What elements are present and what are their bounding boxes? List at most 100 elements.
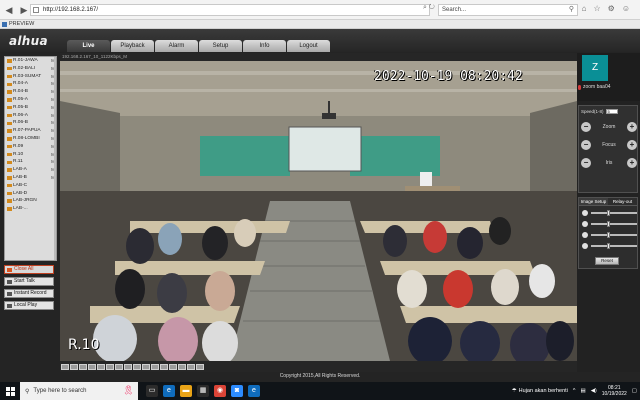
channel-item[interactable]: R.02-BALI M (5, 65, 56, 73)
tray-chevron-icon[interactable]: ^ (573, 388, 576, 394)
tab-logout[interactable]: Logout (287, 40, 330, 52)
channel-item[interactable]: R.11 M (5, 158, 56, 166)
edge-icon[interactable]: e (163, 385, 175, 397)
start-talk-button[interactable]: Start Talk (4, 277, 54, 286)
channel-item[interactable]: R.09 M (5, 143, 56, 151)
back-icon[interactable]: ◀ (3, 4, 15, 16)
channel-item[interactable]: R.06-B M (5, 119, 56, 127)
muted-microphone-icon (578, 84, 581, 90)
focus-plus-button[interactable]: + (627, 140, 637, 150)
zoom-app-icon[interactable]: ◙ (231, 385, 243, 397)
camera-feed[interactable]: 2022-10-19 08:20:42 R.10 (60, 61, 577, 361)
tab-alarm[interactable]: Alarm (155, 40, 198, 52)
weather-widget[interactable]: ☂ Hujan akan berhenti (512, 388, 568, 394)
tab-relay-out[interactable]: Relay-out (608, 198, 637, 205)
windows-icon (5, 386, 15, 396)
volume-icon[interactable]: ◀) (591, 388, 597, 394)
channel-item[interactable]: R.03-SUMAT M (5, 73, 56, 81)
tab-info[interactable]: Info (243, 40, 286, 52)
channel-item[interactable]: R.05-A M (5, 96, 56, 104)
zoom-in-button[interactable]: + (627, 122, 637, 132)
saturation-slider[interactable] (582, 243, 637, 249)
channel-item[interactable]: LAB-... (5, 205, 56, 213)
browser-search-placeholder: Search... (442, 7, 467, 13)
settings-icon[interactable]: ⚙ (608, 4, 615, 13)
tab-playback[interactable]: Playback (111, 40, 154, 52)
channel-item[interactable]: R.01-JAWA M (5, 57, 56, 65)
channel-item[interactable]: R.04-B M (5, 88, 56, 96)
zoom-participant-tile[interactable]: Z zoom baa04 (577, 53, 640, 101)
refresh-icon[interactable]: ⌕ ↻ (423, 4, 435, 12)
slider-thumb[interactable] (607, 232, 611, 238)
channel-item[interactable]: LAB-D (5, 190, 56, 198)
zoom-out-button[interactable]: − (581, 122, 591, 132)
channel-item[interactable]: R.10 M (5, 151, 56, 159)
windows-taskbar: ⚲ Type here to search 🎗 ▭ e ▬ ▦ ◉ ◙ e ☂ … (0, 382, 640, 400)
stream-info: 192.168.2.167_10_1122Kbps_M (62, 54, 127, 59)
browser-tab[interactable]: PREVIEW (2, 21, 34, 27)
iris-label: Iris (605, 160, 613, 166)
home-icon[interactable]: ⌂ (582, 4, 587, 13)
task-view-icon[interactable]: ▭ (146, 385, 158, 397)
clock-date: 10/19/2022 (601, 391, 627, 397)
instant-record-button[interactable]: Instant Record (4, 289, 54, 298)
zoom-label: Zoom (602, 124, 616, 130)
tab-setup[interactable]: Setup (199, 40, 242, 52)
camera-icon (7, 66, 12, 71)
clock[interactable]: 08:21 10/19/2022 (602, 385, 627, 398)
speed-label: Speed(1-8) (581, 109, 604, 114)
file-explorer-icon[interactable]: ▬ (180, 385, 192, 397)
close-all-button[interactable]: Close All (4, 265, 54, 274)
start-button[interactable] (0, 382, 20, 400)
channel-item[interactable]: R.07-PAPUA M (5, 127, 56, 135)
iris-plus-button[interactable]: + (626, 158, 637, 168)
camera-icon (7, 98, 12, 102)
slider-thumb[interactable] (607, 221, 611, 227)
channel-item[interactable]: R.08-LOMBI M (5, 135, 56, 143)
channel-label: R.05-A (13, 96, 28, 102)
search-icon[interactable]: ⚲ (569, 5, 574, 15)
reset-button[interactable]: Reset (595, 257, 619, 265)
channel-item[interactable]: LAB-C (5, 182, 56, 190)
taskbar-search-input[interactable]: ⚲ Type here to search 🎗 (20, 382, 138, 400)
channel-label: R.04-A (13, 81, 28, 87)
channel-label: R.08-LOMBI (13, 135, 40, 141)
channel-list-scrollbar[interactable] (54, 57, 56, 260)
slider-thumb[interactable] (607, 210, 611, 216)
brightness-icon (582, 210, 588, 216)
camera-icon (7, 168, 12, 172)
camera-icon (7, 176, 12, 180)
contrast-slider[interactable] (582, 221, 637, 227)
dvr-web-client: alhua Live Playback Alarm Setup Info Log… (0, 29, 640, 382)
system-tray: ☂ Hujan akan berhenti ^ ▤ ◀) 08:21 10/19… (512, 382, 637, 400)
tab-image-setup[interactable]: Image Setup (579, 198, 608, 205)
local-play-button[interactable]: Local Play (4, 301, 54, 310)
chrome-icon[interactable]: ◉ (214, 385, 226, 397)
notifications-icon[interactable]: ▢ (632, 388, 637, 394)
address-bar[interactable]: http://192.168.2.167/ (30, 4, 430, 16)
favorites-icon[interactable]: ☆ (593, 4, 600, 13)
channel-item[interactable]: LAB-JRGN (5, 197, 56, 205)
internet-explorer-icon[interactable]: e (248, 385, 260, 397)
channel-item[interactable]: LAB-B M (5, 174, 56, 182)
smiley-icon[interactable]: ☺ (622, 4, 630, 13)
channel-label: R.02-BALI (13, 65, 36, 71)
browser-search-input[interactable]: Search... ⚲ (438, 4, 578, 16)
channel-item[interactable]: R.06-A M (5, 112, 56, 120)
focus-minus-button[interactable]: − (581, 140, 591, 150)
speed-select[interactable]: 5 (605, 109, 618, 114)
channel-label: R.11 (13, 159, 23, 165)
channel-item[interactable]: R.04-A M (5, 80, 56, 88)
channel-item[interactable]: LAB-A M (5, 166, 56, 174)
network-icon[interactable]: ▤ (581, 388, 586, 394)
forward-icon[interactable]: ▶ (18, 4, 30, 16)
channel-label: LAB-... (13, 206, 28, 212)
camera-icon (7, 59, 12, 63)
tab-live[interactable]: Live (67, 40, 110, 52)
slider-thumb[interactable] (607, 243, 611, 249)
iris-minus-button[interactable]: − (581, 158, 591, 168)
channel-item[interactable]: R.05-B M (5, 104, 56, 112)
brightness-slider[interactable] (582, 210, 637, 216)
hue-slider[interactable] (582, 232, 637, 238)
store-icon[interactable]: ▦ (197, 385, 209, 397)
